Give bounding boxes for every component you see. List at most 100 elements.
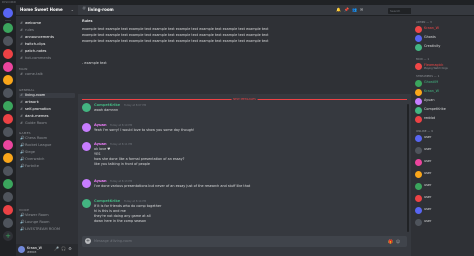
plus-icon[interactable]: +	[85, 238, 91, 244]
channel-lounge-room[interactable]: 🔊 Lounge Room	[19, 220, 75, 225]
divider-label: NEW MESSAGES	[231, 97, 258, 101]
server-icon[interactable]	[3, 127, 13, 137]
member-item[interactable]: user	[415, 135, 471, 143]
channel-twitch-clips[interactable]: # twitch-clips	[19, 42, 75, 47]
server-icon[interactable]	[3, 140, 13, 150]
avatar[interactable]	[82, 103, 91, 112]
add-server-icon[interactable]: +	[3, 231, 13, 241]
channel-fortnite[interactable]: 🔊 Fortnite	[19, 164, 75, 169]
member-item[interactable]: user	[415, 159, 471, 167]
member-item[interactable]: Kraan_W	[415, 26, 471, 34]
message-author[interactable]: Ayuan	[94, 179, 107, 183]
server-icon[interactable]	[3, 36, 13, 46]
member-item[interactable]: CompetKrike	[415, 107, 471, 115]
message-author[interactable]: Ayuan	[94, 142, 107, 146]
member-item[interactable]: Ghost09	[415, 80, 471, 88]
hash-icon: #	[20, 72, 24, 76]
scrollbar[interactable]	[407, 104, 409, 232]
channel-patch-notes[interactable]: # patch-notes	[19, 49, 75, 54]
channel-guide-room[interactable]: # Guide Room	[19, 121, 75, 126]
channel-header: # living-room 🔔 📌 👥 ✉	[78, 5, 411, 16]
emoji-icon[interactable]: ☺	[396, 239, 400, 244]
message-text: they're not doing any game at all	[94, 214, 151, 218]
member-item[interactable]: user	[415, 219, 471, 227]
speaker-icon: 🔊	[20, 220, 25, 224]
server-icon[interactable]	[3, 114, 13, 124]
member-item[interactable]: user	[415, 147, 471, 155]
server-icon[interactable]	[3, 192, 13, 202]
hash-icon: #	[20, 28, 24, 32]
channel-self-promotion[interactable]: # self-promotion	[19, 107, 75, 112]
channel-label: dank-memes	[25, 114, 49, 118]
member-item[interactable]: Creativity	[415, 44, 471, 52]
avatar[interactable]	[18, 246, 25, 253]
channel-welcome[interactable]: # welcome	[19, 21, 75, 26]
server-icon[interactable]	[3, 218, 13, 228]
channel-artwork[interactable]: # artwork	[19, 100, 75, 105]
member-item[interactable]: user	[415, 171, 471, 179]
category-games[interactable]: GAMES	[19, 131, 31, 135]
avatar[interactable]	[82, 123, 91, 132]
server-icon[interactable]	[3, 49, 13, 59]
category-voice[interactable]: VOICE	[19, 208, 29, 212]
channel-siege[interactable]: 🔊 Siege	[19, 150, 75, 155]
server-rail: +	[0, 5, 16, 256]
message-placeholder: Message #living-room	[94, 239, 132, 243]
pin-icon[interactable]: 📌	[344, 7, 349, 12]
server-icon[interactable]	[3, 88, 13, 98]
member-item[interactable]: Kraan_W	[415, 89, 471, 97]
server-icon[interactable]	[3, 62, 13, 72]
member-item[interactable]: Ghosts	[415, 35, 471, 43]
message-author[interactable]: Ayuan	[94, 123, 107, 127]
rules-line: example text example text example text e…	[82, 33, 269, 37]
member-item[interactable]: reddot	[415, 116, 471, 124]
avatar[interactable]	[82, 179, 91, 188]
member-name: user	[424, 183, 432, 187]
member-item[interactable]: user	[415, 195, 471, 203]
message-input[interactable]: + Message #living-room 🎁 ☺	[82, 236, 407, 247]
server-icon[interactable]	[3, 153, 13, 163]
member-item[interactable]: Ayuan	[415, 98, 471, 106]
channel-hot-comments[interactable]: # hot-comments	[19, 56, 75, 61]
avatar[interactable]	[82, 142, 91, 151]
channel-dank-memes[interactable]: # dank-memes	[19, 114, 75, 119]
headphones-icon[interactable]: 🎧	[61, 247, 66, 251]
channel-overwatch[interactable]: 🔊 Overwatch	[19, 157, 75, 162]
server-icon[interactable]	[3, 166, 13, 176]
message: CompetKrike Today at 8:07 PM woah damnnn	[78, 103, 411, 117]
channel-label: Siege	[25, 150, 35, 154]
home-server-icon[interactable]	[3, 8, 13, 18]
members-icon[interactable]: 👥	[352, 7, 357, 12]
channel-chess-room[interactable]: 🔊 Chess Room	[19, 136, 75, 141]
message: Ayuan Today at 8:13 PM I've done various…	[78, 179, 411, 193]
server-icon[interactable]	[3, 23, 13, 33]
channel-announcements[interactable]: # announcements	[19, 35, 75, 40]
guild-header[interactable]: Home Sweet Home ⌄	[16, 5, 78, 16]
channel-rocket-league[interactable]: 🔊 Rocket League	[19, 143, 75, 148]
member-item[interactable]: Fleamagick Playing Watch Dogs	[415, 63, 471, 71]
channel-living-room[interactable]: # living-room	[19, 93, 75, 98]
channel-come-talk[interactable]: # come-talk	[19, 72, 75, 77]
member-item[interactable]: user	[415, 207, 471, 215]
channel-rules[interactable]: # rules	[19, 28, 75, 33]
inbox-icon[interactable]: ✉	[360, 7, 363, 12]
server-icon[interactable]	[3, 75, 13, 85]
bell-icon[interactable]: 🔔	[336, 7, 341, 12]
server-icon[interactable]	[3, 205, 13, 215]
server-icon[interactable]	[3, 179, 13, 189]
microphone-icon[interactable]: 🎤	[54, 247, 59, 251]
gift-icon[interactable]: 🎁	[388, 239, 393, 244]
message-author[interactable]: CompetKrike	[94, 103, 120, 107]
channel-label: Fortnite	[25, 164, 39, 168]
message-author[interactable]: CompetKrike	[94, 199, 120, 203]
server-icon[interactable]	[3, 101, 13, 111]
channel-viewer-room[interactable]: 🔊 Viewer Room	[19, 213, 75, 218]
gear-icon[interactable]: ⚙	[68, 247, 72, 251]
category-general[interactable]: GENERAL	[19, 88, 34, 92]
avatar[interactable]	[82, 199, 91, 208]
category-main[interactable]: MAIN	[19, 67, 28, 71]
chevron-down-icon: ⌄	[70, 7, 74, 12]
member-name: CompetKrike	[424, 107, 446, 111]
member-item[interactable]: user	[415, 183, 471, 191]
channel-livestream-room[interactable]: 🔊 LIVESTREAM ROOM	[19, 227, 75, 232]
